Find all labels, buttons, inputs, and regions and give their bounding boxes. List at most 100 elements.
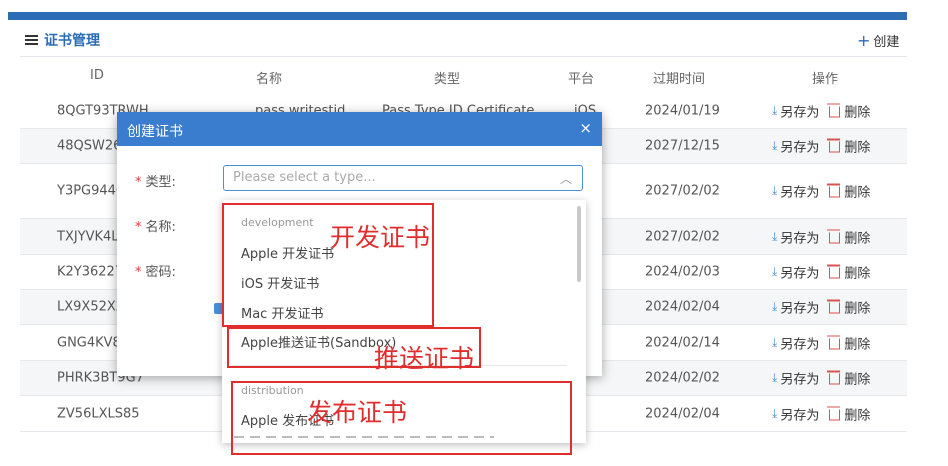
type-label-text: 类型:: [145, 175, 176, 190]
delete-label: 删除: [844, 372, 871, 388]
trash-icon: [827, 335, 841, 349]
row-actions: ⤓ 另存为 删除: [772, 182, 870, 201]
panel-header: 证书管理: [25, 30, 100, 50]
delete-button[interactable]: 删除: [827, 298, 871, 317]
annotation-dev: 开发证书: [330, 223, 431, 252]
trash-icon: [827, 264, 841, 279]
annotation-dist: 发布证书: [307, 398, 408, 427]
row-actions: ⤓ 另存为 删除: [772, 369, 870, 388]
save-as-button[interactable]: ⤓ 另存为: [772, 227, 819, 246]
delete-label: 删除: [844, 301, 871, 317]
delete-button[interactable]: 删除: [827, 404, 871, 423]
annotation-push: 推送证书: [374, 344, 475, 373]
save-as-button[interactable]: ⤓ 另存为: [772, 333, 819, 352]
col-header-id: ID: [90, 68, 104, 83]
close-icon[interactable]: ×: [579, 119, 592, 137]
password-label: * 密码:: [135, 265, 176, 280]
save-label: 另存为: [780, 140, 820, 156]
create-label: 创建: [873, 35, 900, 50]
trash-icon: [827, 370, 841, 385]
dropdown-scrollbar[interactable]: [577, 206, 581, 282]
save-as-button[interactable]: ⤓ 另存为: [772, 137, 819, 156]
download-icon: ⤓: [772, 183, 778, 198]
save-as-button[interactable]: ⤓ 另存为: [772, 298, 819, 317]
cell-date: 2024/02/14: [645, 335, 720, 350]
download-icon: ⤓: [772, 264, 778, 279]
save-label: 另存为: [780, 301, 820, 317]
trash-icon: [827, 406, 841, 420]
trash-icon: [827, 299, 841, 314]
download-icon: ⤓: [772, 138, 778, 153]
type-select[interactable]: Please select a type... ︿: [223, 165, 583, 191]
save-as-button[interactable]: ⤓ 另存为: [772, 404, 819, 423]
delete-button[interactable]: 删除: [827, 369, 871, 388]
table-header: ID 名称 类型 平台 过期时间 操作: [20, 64, 907, 90]
save-label: 另存为: [780, 231, 820, 246]
cell-date: 2024/01/19: [645, 103, 720, 118]
delete-label: 删除: [844, 105, 871, 120]
download-icon: ⤓: [772, 406, 778, 420]
save-as-button[interactable]: ⤓ 另存为: [772, 263, 819, 282]
row-actions: ⤓ 另存为 删除: [772, 263, 870, 282]
save-as-button[interactable]: ⤓ 另存为: [772, 182, 819, 201]
save-label: 另存为: [780, 337, 820, 352]
delete-button[interactable]: 删除: [827, 101, 871, 120]
cell-id: LX9X52X2: [57, 299, 125, 315]
row-actions: ⤓ 另存为 删除: [772, 137, 870, 156]
list-menu-icon: [25, 35, 38, 45]
cell-id: 48QSW26: [57, 138, 122, 154]
delete-label: 删除: [844, 231, 871, 246]
save-label: 另存为: [780, 185, 820, 201]
save-label: 另存为: [780, 372, 820, 388]
cell-date: 2027/12/15: [645, 138, 720, 154]
cell-date: 2024/02/04: [645, 299, 720, 315]
password-label-text: 密码:: [145, 265, 176, 280]
delete-label: 删除: [844, 185, 871, 201]
col-header-expire: 过期时间: [653, 72, 706, 87]
delete-button[interactable]: 删除: [827, 137, 871, 156]
col-header-platform: 平台: [568, 72, 595, 87]
delete-button[interactable]: 删除: [827, 227, 871, 246]
delete-label: 删除: [844, 140, 871, 156]
chevron-up-icon: ︿: [559, 172, 572, 186]
download-icon: ⤓: [772, 229, 778, 243]
page-title: 证书管理: [44, 33, 100, 49]
trash-icon: [827, 138, 841, 153]
save-as-button[interactable]: ⤓ 另存为: [772, 369, 819, 388]
save-label: 另存为: [780, 105, 820, 120]
col-header-name: 名称: [256, 72, 283, 87]
dialog-title: 创建证书: [127, 124, 183, 140]
type-label: * 类型:: [135, 175, 176, 190]
cell-date: 2024/02/04: [645, 406, 720, 421]
cell-id: K2Y36227: [57, 264, 124, 280]
delete-label: 删除: [844, 266, 871, 282]
dialog-header: 创建证书 ×: [117, 112, 602, 146]
cell-date: 2024/02/02: [645, 370, 720, 386]
delete-label: 删除: [844, 337, 871, 352]
name-label-text: 名称:: [145, 220, 176, 235]
delete-button[interactable]: 删除: [827, 182, 871, 201]
delete-button[interactable]: 删除: [827, 333, 871, 352]
cell-date: 2024/02/03: [645, 264, 720, 280]
cell-id: Y3PG944C: [57, 183, 126, 199]
trash-icon: [827, 103, 841, 117]
download-icon: ⤓: [772, 370, 778, 385]
row-actions: ⤓ 另存为 删除: [772, 298, 870, 317]
download-icon: ⤓: [772, 103, 778, 117]
download-icon: ⤓: [772, 299, 778, 314]
row-actions: ⤓ 另存为 删除: [772, 101, 870, 120]
delete-button[interactable]: 删除: [827, 263, 871, 282]
delete-label: 删除: [844, 408, 871, 423]
name-label: * 名称:: [135, 220, 176, 235]
cell-id: GNG4KV8: [57, 335, 121, 350]
download-icon: ⤓: [772, 335, 778, 349]
row-actions: ⤓ 另存为 删除: [772, 333, 870, 352]
save-label: 另存为: [780, 266, 820, 282]
header-divider: [20, 56, 907, 57]
plus-icon: +: [857, 30, 871, 50]
col-header-actions: 操作: [812, 72, 839, 87]
save-as-button[interactable]: ⤓ 另存为: [772, 101, 819, 120]
create-button[interactable]: + 创建: [857, 31, 899, 50]
col-header-type: 类型: [434, 72, 461, 87]
cell-date: 2027/02/02: [645, 229, 720, 244]
